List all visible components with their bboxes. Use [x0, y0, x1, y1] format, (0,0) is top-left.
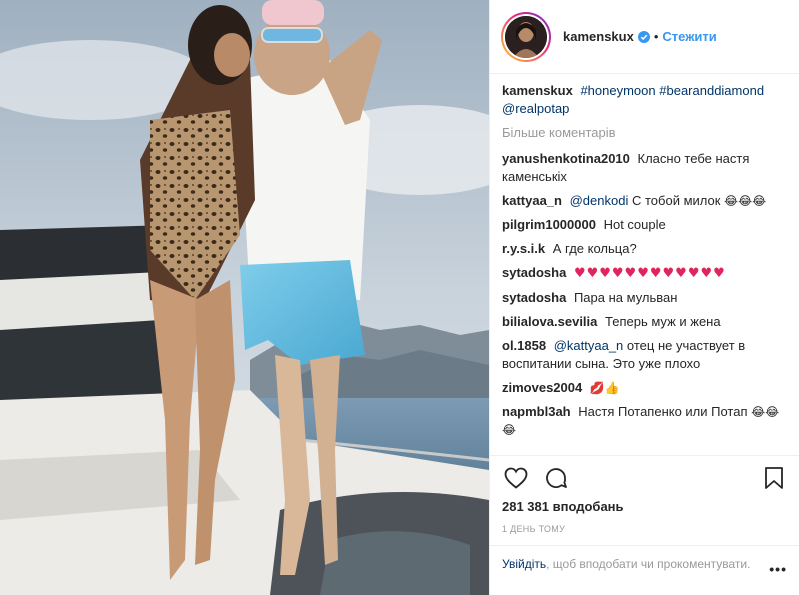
- comment-item: zimoves2004 💋👍: [502, 379, 788, 397]
- post-actions: [490, 455, 799, 499]
- mention-link[interactable]: @kattyaa_n: [554, 338, 624, 353]
- follow-button[interactable]: Стежити: [662, 29, 716, 44]
- comment-username[interactable]: ol.1858: [502, 338, 546, 353]
- comment-text: Hot couple: [603, 217, 666, 232]
- avatar-picture: [505, 15, 547, 58]
- comment-username[interactable]: napmbl3ah: [502, 404, 571, 419]
- mention-link[interactable]: @realpotap: [502, 101, 569, 116]
- caption-username[interactable]: kamenskux: [502, 83, 573, 98]
- comment-username[interactable]: pilgrim1000000: [502, 217, 596, 232]
- login-link[interactable]: Увійдіть: [502, 557, 546, 571]
- header-separator: •: [653, 29, 659, 44]
- post-timestamp: 1 ДЕНЬ ТОМУ: [502, 524, 566, 534]
- header-user-info: kamenskux • Стежити: [563, 29, 717, 44]
- login-prompt-text: , щоб вподобати чи прокоментувати.: [546, 557, 751, 571]
- comment-username[interactable]: r.y.s.i.k: [502, 241, 545, 256]
- hashtag-link[interactable]: #honeymoon: [580, 83, 655, 98]
- bookmark-icon[interactable]: [758, 462, 790, 494]
- avatar-inner: [503, 13, 549, 60]
- comment-item: ol.1858 @kattyaa_n отец не участвует в в…: [502, 337, 788, 373]
- comment-username[interactable]: bilialova.sevilia: [502, 314, 597, 329]
- comment-item: sytadosha Пара на мульван: [502, 289, 788, 307]
- comment-item: sytadosha ♥♥♥♥♥♥♥♥♥♥♥♥: [502, 264, 788, 283]
- load-more-comments-button[interactable]: Більше коментарів: [502, 124, 788, 142]
- comment-item: r.y.s.i.k А где кольца?: [502, 240, 788, 258]
- comment-username[interactable]: sytadosha: [502, 265, 566, 280]
- comment-text: Пара на мульван: [573, 290, 678, 305]
- comments-fade: [490, 441, 799, 455]
- login-prompt: Увійдіть, щоб вподобати чи прокоментуват…: [490, 545, 799, 595]
- heart-icon[interactable]: [500, 462, 532, 494]
- comment-text: Настя Потапенко или Потап: [578, 404, 748, 419]
- hashtag-link[interactable]: #bearanddiamond: [659, 83, 764, 98]
- post-photo[interactable]: [0, 0, 489, 595]
- comment-item: pilgrim1000000 Hot couple: [502, 216, 788, 234]
- comment-username[interactable]: kattyaa_n: [502, 193, 562, 208]
- more-options-icon[interactable]: •••: [769, 561, 787, 577]
- comment-item: bilialova.sevilia Теперь муж и жена: [502, 313, 788, 331]
- comment-username[interactable]: zimoves2004: [502, 380, 582, 395]
- post-sidebar: kamenskux • Стежити kamenskux #honeymoon…: [489, 0, 799, 595]
- comments-list[interactable]: kamenskux #honeymoon #bearanddiamond @re…: [490, 75, 799, 455]
- comment-emoji: 💋👍: [589, 381, 620, 395]
- comment-item: kattyaa_n @denkodi С тобой милок 😂😂😂: [502, 192, 788, 210]
- mention-link[interactable]: @denkodi: [570, 193, 629, 208]
- verified-badge-icon: [637, 30, 650, 43]
- avatar[interactable]: [501, 11, 551, 62]
- likes-count[interactable]: 281 381 вподобань: [502, 499, 624, 514]
- comment-bubble-icon[interactable]: [540, 462, 572, 494]
- comment-text: Теперь муж и жена: [605, 314, 721, 329]
- post-photo-illustration: [0, 0, 489, 595]
- comment-item: napmbl3ah Настя Потапенко или Потап 😂😂😂: [502, 403, 788, 439]
- caption: kamenskux #honeymoon #bearanddiamond @re…: [502, 82, 788, 118]
- header-username[interactable]: kamenskux: [563, 29, 634, 44]
- comment-username[interactable]: yanushenkotina2010: [502, 151, 630, 166]
- comment-emoji: 😂😂😂: [724, 194, 767, 208]
- comment-emoji: ♥♥♥♥♥♥♥♥♥♥♥♥: [573, 266, 726, 281]
- comment-text: А где кольца?: [552, 241, 637, 256]
- comment-username[interactable]: sytadosha: [502, 290, 566, 305]
- post-header: kamenskux • Стежити: [490, 0, 799, 74]
- comment-text: С тобой милок: [631, 193, 721, 208]
- comment-item: yanushenkotina2010 Класно тебе настя кам…: [502, 150, 788, 186]
- avatar-image: [505, 15, 547, 58]
